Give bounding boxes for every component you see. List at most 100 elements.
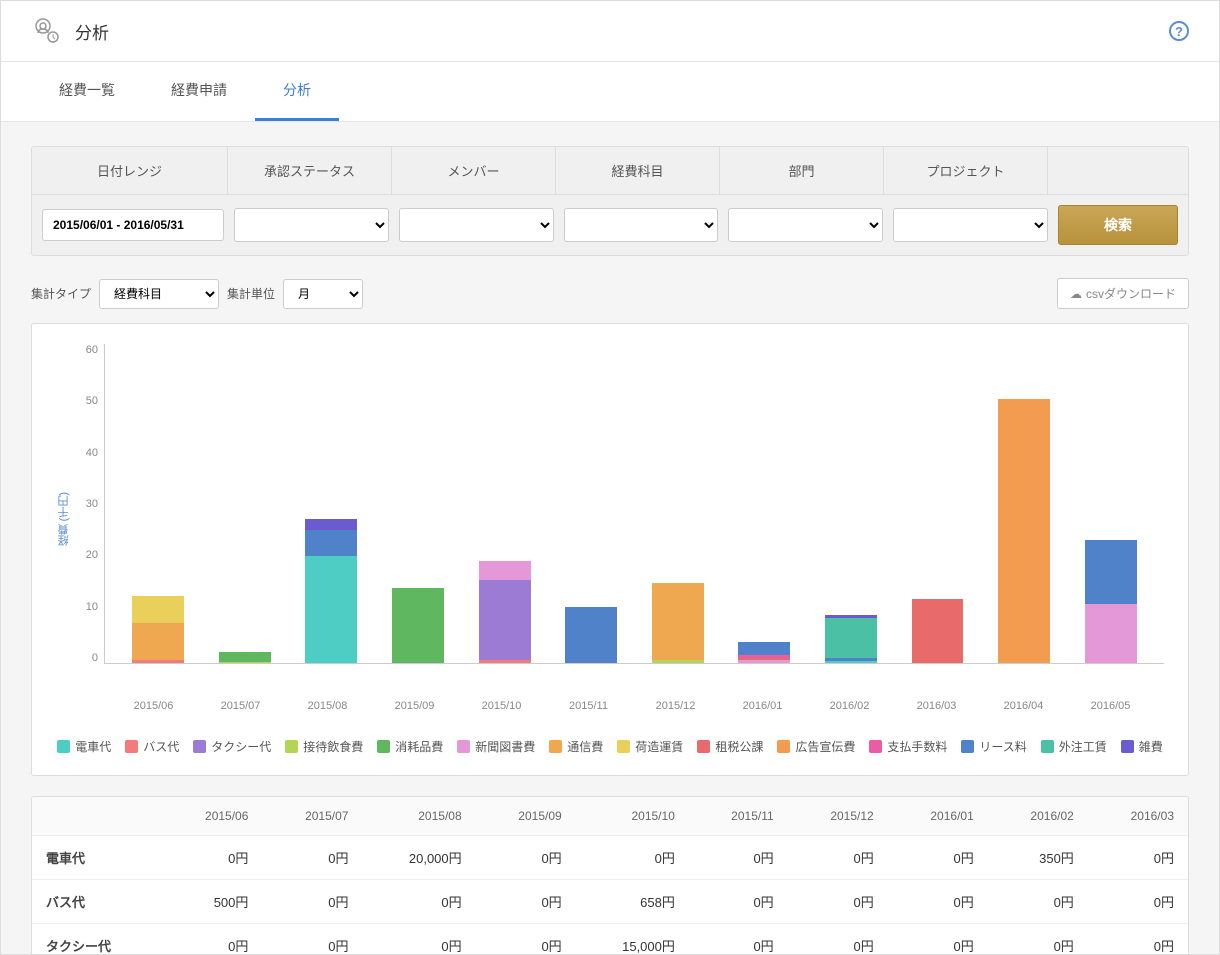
filter-label-account: 経費科目: [556, 147, 720, 194]
legend-item[interactable]: タクシー代: [193, 738, 271, 755]
bar-stack[interactable]: [738, 642, 790, 663]
bar-stack[interactable]: [305, 519, 357, 663]
x-axis-label: 2016/03: [893, 694, 980, 712]
table-cell: 0円: [162, 924, 262, 955]
bar-stack[interactable]: [912, 599, 964, 663]
legend-item[interactable]: 消耗品費: [377, 738, 443, 755]
member-select[interactable]: [399, 208, 554, 242]
table-row-label: 電車代: [32, 836, 162, 880]
table-header-row: 2015/062015/072015/082015/092015/102015/…: [32, 797, 1188, 836]
legend-item[interactable]: 支払手数料: [869, 738, 947, 755]
x-axis-label: 2015/12: [632, 694, 719, 712]
x-axis-labels: 2015/062015/072015/082015/092015/102015/…: [100, 694, 1164, 712]
bar-segment: [392, 588, 444, 663]
legend-item[interactable]: 租税公課: [697, 738, 763, 755]
bar-stack[interactable]: [998, 399, 1050, 663]
agg-unit-select[interactable]: 月: [283, 279, 363, 309]
bar-stack[interactable]: [825, 615, 877, 663]
bar-group: [548, 344, 635, 663]
help-icon[interactable]: ?: [1169, 21, 1189, 41]
filter-panel: 日付レンジ 承認ステータス メンバー 経費科目 部門 プロジェクト 検索: [31, 146, 1189, 256]
legend-item[interactable]: 新聞図書費: [457, 738, 535, 755]
bar-stack[interactable]: [479, 561, 531, 663]
search-button[interactable]: 検索: [1058, 205, 1178, 245]
table-cell: 15,000円: [576, 924, 689, 955]
bar-segment: [565, 607, 617, 663]
legend-item[interactable]: 通信費: [549, 738, 603, 755]
legend-item[interactable]: 外注工賃: [1041, 738, 1107, 755]
table-row: バス代500円0円0円0円658円0円0円0円0円0円: [32, 880, 1188, 924]
bar-segment: [132, 660, 184, 663]
bar-group: [981, 344, 1068, 663]
bar-group: [894, 344, 981, 663]
table-header-cell: 2015/10: [576, 797, 689, 836]
legend-swatch: [457, 740, 470, 753]
x-axis-label: 2015/07: [197, 694, 284, 712]
legend-item[interactable]: 接待飲食費: [285, 738, 363, 755]
bar-stack[interactable]: [392, 588, 444, 663]
table-cell: 0円: [362, 924, 475, 955]
tab-expense-request[interactable]: 経費申請: [143, 62, 255, 121]
legend-item[interactable]: 広告宣伝費: [777, 738, 855, 755]
legend-swatch: [869, 740, 882, 753]
legend-label: 雑費: [1139, 738, 1163, 755]
legend-label: リース料: [979, 738, 1026, 755]
table-row-label: バス代: [32, 880, 162, 924]
bar-stack[interactable]: [652, 583, 704, 663]
bar-stack[interactable]: [219, 652, 271, 663]
account-select[interactable]: [564, 208, 719, 242]
tab-bar: 経費一覧 経費申請 分析: [1, 62, 1219, 122]
status-select[interactable]: [234, 208, 389, 242]
bar-stack[interactable]: [1085, 540, 1137, 663]
csv-download-button[interactable]: ☁ csvダウンロード: [1057, 278, 1189, 309]
x-axis-label: 2015/09: [371, 694, 458, 712]
bar-stack[interactable]: [565, 607, 617, 663]
legend-swatch: [1041, 740, 1054, 753]
table-header-cell: 2015/12: [788, 797, 888, 836]
bar-segment: [652, 583, 704, 660]
tab-analysis[interactable]: 分析: [255, 62, 339, 121]
data-table-panel: 2015/062015/072015/082015/092015/102015/…: [31, 796, 1189, 955]
x-axis-label: 2015/10: [458, 694, 545, 712]
table-row: タクシー代0円0円0円0円15,000円0円0円0円0円0円: [32, 924, 1188, 955]
bar-stack[interactable]: [132, 596, 184, 663]
bar-segment: [1085, 604, 1137, 663]
agg-type-select[interactable]: 経費科目: [99, 279, 219, 309]
x-axis-label: 2016/02: [806, 694, 893, 712]
legend-item[interactable]: 雑費: [1121, 738, 1163, 755]
bar-segment: [132, 596, 184, 623]
legend-item[interactable]: 電車代: [57, 738, 111, 755]
legend-item[interactable]: バス代: [125, 738, 179, 755]
chart-toolbar: 集計タイプ 経費科目 集計単位 月 ☁ csvダウンロード: [31, 278, 1189, 309]
bar-group: [808, 344, 895, 663]
x-axis-label: 2015/08: [284, 694, 371, 712]
bar-group: [288, 344, 375, 663]
bar-group: [1067, 344, 1154, 663]
legend-swatch: [57, 740, 70, 753]
table-cell: 0円: [788, 880, 888, 924]
page-header: 分析 ?: [1, 1, 1219, 62]
project-select[interactable]: [893, 208, 1048, 242]
filter-label-empty: [1048, 147, 1188, 194]
table-header-cell: 2015/11: [689, 797, 788, 836]
legend-item[interactable]: 荷造運賃: [617, 738, 683, 755]
tab-expense-list[interactable]: 経費一覧: [31, 62, 143, 121]
table-cell: 0円: [689, 880, 788, 924]
y-tick: 20: [76, 549, 98, 561]
bar-segment: [479, 580, 531, 660]
agg-unit-label: 集計単位: [227, 285, 275, 302]
y-tick: 10: [76, 601, 98, 613]
dept-select[interactable]: [728, 208, 883, 242]
legend-item[interactable]: リース料: [961, 738, 1026, 755]
table-cell: 20,000円: [362, 836, 475, 880]
bar-segment: [479, 561, 531, 580]
legend-label: 荷造運賃: [635, 738, 683, 755]
table-cell: 0円: [689, 836, 788, 880]
bar-segment: [305, 530, 357, 557]
date-range-input[interactable]: [42, 209, 224, 241]
filter-label-date: 日付レンジ: [32, 147, 228, 194]
filter-label-project: プロジェクト: [884, 147, 1048, 194]
legend-swatch: [617, 740, 630, 753]
bar-group: [461, 344, 548, 663]
filter-header: 日付レンジ 承認ステータス メンバー 経費科目 部門 プロジェクト: [32, 147, 1188, 195]
